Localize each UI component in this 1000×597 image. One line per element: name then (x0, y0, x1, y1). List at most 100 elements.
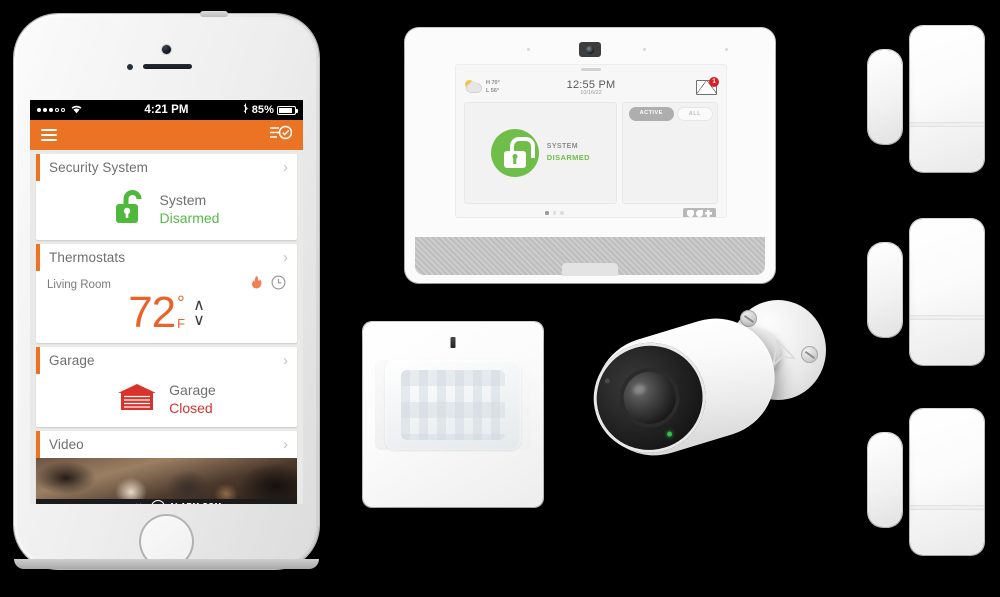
outdoor-security-camera (572, 292, 832, 517)
card-title: Video (49, 437, 84, 452)
hamburger-menu-icon[interactable] (41, 126, 57, 144)
panel-messages-button[interactable]: 1 (615, 76, 719, 95)
unlocked-padlock-icon[interactable] (490, 129, 539, 177)
panel-filter-tabs[interactable]: ACTIVE ALL (627, 107, 713, 121)
phone-power-button[interactable] (200, 11, 228, 17)
powered-by-label: powered by (111, 503, 147, 504)
signal-dot-empty (55, 108, 59, 112)
door-window-sensor-3 (860, 405, 990, 560)
security-primary-label: System (159, 192, 207, 208)
door-window-sensor-1 (860, 22, 990, 177)
sun-behind-cloud-icon (465, 80, 482, 94)
thermostat-temperature: 72 ° F ∧ ∨ (47, 291, 286, 335)
alarm-dot-com-logo-icon (151, 499, 166, 504)
door-window-sensor-2 (860, 215, 990, 370)
panel-camera-icon (579, 42, 601, 57)
panel-screen[interactable]: H 70° L 56° 12:55 PM 10/16/22 1 SYSTEM D… (455, 64, 727, 218)
powered-by-watermark: powered by ALARM.COM (36, 499, 297, 504)
degree-symbol: ° (177, 292, 185, 314)
page-dot[interactable] (552, 211, 557, 215)
security-status-badge: Disarmed (159, 209, 220, 226)
emergency-buttons[interactable] (683, 207, 716, 217)
checklist-icon[interactable] (270, 125, 293, 145)
signal-dot (43, 108, 47, 112)
panel-main-area: SYSTEM DISARMED ACTIVE ALL (456, 100, 726, 204)
fire-icon[interactable] (696, 209, 703, 217)
sensor-seam (910, 505, 984, 510)
alarm-dot-com-label: ALARM.COM (169, 502, 221, 504)
card-title: Garage (49, 353, 95, 368)
tab-all[interactable]: ALL (676, 107, 713, 121)
status-led-icon (666, 430, 673, 438)
fahrenheit-label: F (177, 316, 186, 332)
temperature-unit: ° F (177, 292, 186, 332)
card-thermostats[interactable]: Thermostats › Living Room 72 ° F ∧ ∨ (36, 244, 297, 343)
tab-active[interactable]: ACTIVE (628, 107, 674, 121)
chevron-right-icon[interactable]: › (283, 250, 288, 265)
status-bar: 4:21 PM 85% (30, 100, 303, 120)
status-bar-left (37, 104, 144, 117)
page-dot-active[interactable] (545, 211, 549, 215)
weather-low: L 56° (486, 88, 500, 94)
card-header-security-system[interactable]: Security System › (36, 154, 297, 181)
unlocked-padlock-icon[interactable] (114, 189, 148, 230)
chevron-right-icon[interactable]: › (283, 160, 288, 175)
card-video[interactable]: Video › powered by ALARM.COM (36, 431, 297, 504)
panel-screen-notch (581, 68, 601, 71)
panel-sensor-list-pane[interactable]: ACTIVE ALL (621, 102, 718, 204)
card-garage[interactable]: Garage › Garage Closed (36, 347, 297, 427)
garage-status-badge: Closed (169, 399, 213, 416)
phone-bottom-edge (14, 559, 319, 569)
page-indicator[interactable] (456, 211, 683, 215)
temperature-up-button[interactable]: ∧ (193, 297, 205, 313)
sensor-magnet (868, 433, 902, 527)
garage-door-icon[interactable] (117, 383, 157, 416)
card-header-garage[interactable]: Garage › (36, 347, 297, 374)
card-header-thermostats[interactable]: Thermostats › (36, 244, 297, 271)
card-body-thermostats: Living Room 72 ° F ∧ ∨ (36, 271, 297, 343)
sensor-seam (910, 122, 984, 127)
security-touchscreen-panel: H 70° L 56° 12:55 PM 10/16/22 1 SYSTEM D… (405, 28, 775, 283)
clock-icon[interactable] (271, 275, 286, 295)
envelope-icon[interactable]: 1 (696, 76, 719, 95)
medical-plus-icon[interactable] (705, 209, 712, 217)
shield-icon[interactable] (687, 209, 694, 217)
proximity-sensor-icon (127, 64, 133, 70)
sensor-transmitter-body (910, 409, 984, 555)
smartphone-device: 4:21 PM 85% Security System › System Dis… (14, 11, 319, 569)
flame-icon[interactable] (250, 275, 264, 295)
video-feed-thumbnail[interactable]: powered by ALARM.COM (36, 458, 297, 504)
card-security-system[interactable]: Security System › System Disarmed (36, 154, 297, 240)
panel-clock: 12:55 PM 10/16/22 (567, 79, 616, 96)
panel-arming-pane[interactable]: SYSTEM DISARMED (464, 102, 617, 204)
panel-sensor-dot (643, 48, 646, 51)
phone-screen: 4:21 PM 85% Security System › System Dis… (30, 100, 303, 504)
wifi-icon (70, 104, 83, 117)
motion-sensor (363, 322, 543, 507)
temperature-down-button[interactable]: ∨ (193, 312, 205, 328)
battery-percent-label: 85% (251, 104, 275, 116)
sensor-seam (910, 315, 984, 320)
temperature-stepper[interactable]: ∧ ∨ (193, 297, 205, 328)
card-body-security-system: System Disarmed (36, 181, 297, 240)
ir-sensor-icon (604, 377, 611, 385)
sensor-magnet (868, 50, 902, 144)
signal-dot (49, 108, 53, 112)
card-body-garage: Garage Closed (36, 374, 297, 427)
garage-status-text: Garage Closed (169, 382, 216, 417)
card-header-video[interactable]: Video › (36, 431, 297, 458)
chevron-right-icon[interactable]: › (283, 353, 288, 368)
card-title: Security System (49, 160, 149, 175)
panel-sensor-dot (527, 48, 530, 51)
page-dot[interactable] (560, 211, 564, 215)
panel-system-label: SYSTEM (546, 143, 578, 151)
panel-speaker-grille (415, 237, 765, 276)
battery-icon (277, 105, 299, 115)
chevron-right-icon[interactable]: › (283, 437, 288, 452)
sensor-transmitter-body (910, 219, 984, 365)
status-led-icon (450, 337, 456, 348)
alarm-dot-com-app: Security System › System Disarmed Thermo… (30, 120, 303, 504)
weather-widget[interactable]: H 70° L 56° (465, 79, 567, 96)
sensor-transmitter-body (910, 26, 984, 172)
bluetooth-icon (242, 103, 249, 117)
